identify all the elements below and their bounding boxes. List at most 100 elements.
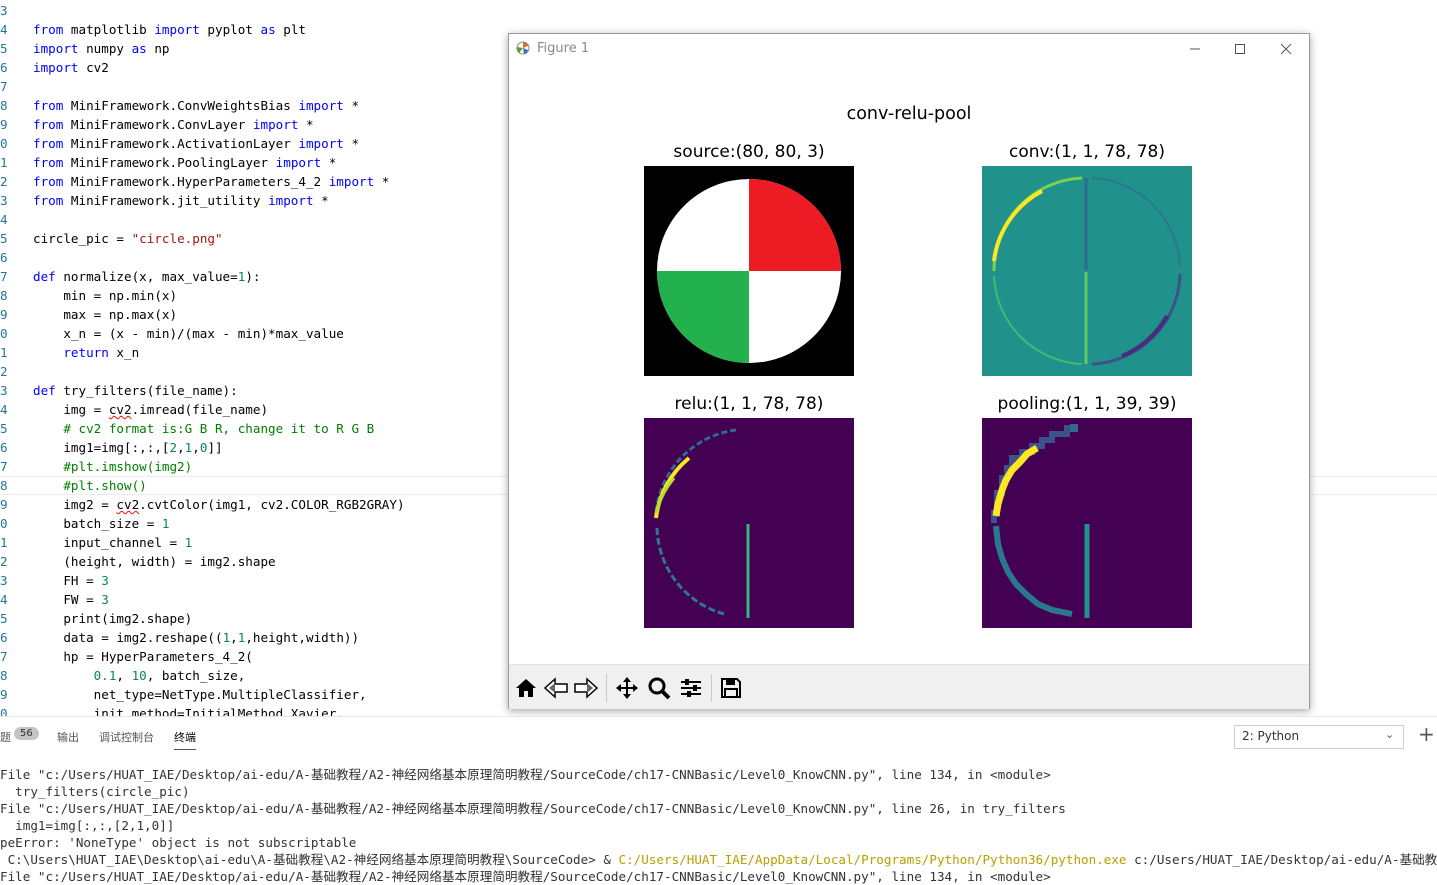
line-number: 1 (0, 155, 8, 170)
terminal-line: File "c:/Users/HUAT_IAE/Desktop/ai-edu/A… (0, 869, 1051, 884)
code-text: FW = 3 (33, 592, 109, 607)
code-text: img = cv2.imread(file_name) (33, 402, 269, 417)
minimize-icon (1190, 48, 1200, 50)
line-number: 5 (0, 421, 8, 436)
figure-titlebar[interactable]: Figure 1 (509, 34, 1309, 64)
code-text: def normalize(x, max_value=1): (33, 269, 261, 284)
code-text: def try_filters(file_name): (33, 383, 238, 398)
figure-toolbar (509, 664, 1309, 709)
code-text: batch_size = 1 (33, 516, 170, 531)
line-number: 8 (0, 98, 8, 113)
line-number: 7 (0, 459, 8, 474)
new-terminal-button[interactable]: + (1418, 722, 1435, 746)
terminal-line: peError: 'NoneType' object is not subscr… (0, 835, 357, 850)
code-text: return x_n (63, 345, 140, 360)
code-text: import cv2 (33, 60, 109, 75)
configure-subplots-button[interactable] (676, 674, 706, 702)
maximize-button[interactable] (1217, 34, 1263, 64)
zoom-icon (648, 677, 671, 700)
code-text: from MiniFramework.ActivationLayer impor… (33, 136, 360, 151)
line-number: 7 (0, 649, 8, 664)
terminal-selector[interactable]: 2: Python ⌄ (1234, 725, 1404, 749)
terminal-line: File "c:/Users/HUAT_IAE/Desktop/ai-edu/A… (0, 801, 1066, 816)
tab-output[interactable]: 输出 (57, 729, 79, 745)
line-number: 9 (0, 117, 8, 132)
line-number: 7 (0, 79, 8, 94)
line-number: 8 (0, 668, 8, 683)
zoom-button[interactable] (644, 674, 674, 702)
forward-button[interactable] (571, 674, 601, 702)
line-number: 3 (0, 193, 8, 208)
terminal-prompt: C:\Users\HUAT_IAE\Desktop\ai-edu\A-基础教程\… (0, 852, 619, 867)
line-number: 6 (0, 630, 8, 645)
chevron-down-icon: ⌄ (1385, 728, 1395, 741)
line-number: 0 (0, 516, 8, 531)
close-button[interactable] (1263, 34, 1309, 64)
tab-terminal[interactable]: 终端 (174, 729, 196, 750)
tab-debug-console[interactable]: 调试控制台 (99, 729, 154, 745)
code-text: from MiniFramework.jit_utility import * (33, 193, 329, 208)
code-text: x_n = (x - min)/(max - min)*max_value (33, 326, 344, 341)
back-button[interactable] (541, 674, 571, 702)
pan-button[interactable] (612, 674, 642, 702)
line-number: 7 (0, 269, 8, 284)
terminal-selector-value: 2: Python (1242, 729, 1300, 743)
line-number: 5 (0, 231, 8, 246)
code-text: init_method=InitialMethod.Xavier, (33, 706, 344, 716)
configure-icon (681, 679, 701, 697)
terminal-output[interactable]: File "c:/Users/HUAT_IAE/Desktop/ai-edu/A… (0, 764, 1437, 885)
problems-count-badge: 56 (14, 727, 39, 740)
line-number: 5 (0, 41, 8, 56)
line-number: 9 (0, 687, 8, 702)
figure-canvas[interactable]: conv-relu-pool source:(80, 80, 3) conv:(… (509, 64, 1309, 664)
home-icon (516, 679, 536, 697)
code-text: #plt.show() (33, 478, 147, 493)
code-text: from MiniFramework.ConvWeightsBias impor… (33, 98, 360, 113)
line-number: 4 (0, 22, 8, 37)
code-text: from MiniFramework.ConvLayer import * (33, 117, 314, 132)
code-text: hp = HyperParameters_4_2( (33, 649, 253, 664)
line-number: 4 (0, 402, 8, 417)
line-number: 3 (0, 3, 8, 18)
pan-icon (616, 677, 638, 699)
code-text: min = np.min(x) (33, 288, 178, 303)
line-number: 4 (0, 592, 8, 607)
code-text: from matplotlib import pyplot as plt (33, 22, 307, 37)
line-number: 2 (0, 174, 8, 189)
terminal-line: File "c:/Users/HUAT_IAE/Desktop/ai-edu/A… (0, 767, 1051, 782)
code-text: img2 = cv2.cvtColor(img1, cv2.COLOR_RGB2… (33, 497, 405, 512)
line-number: 1 (0, 345, 8, 360)
save-icon (721, 678, 741, 698)
source-title: source:(80, 80, 3) (673, 142, 825, 162)
line-number: 0 (0, 706, 8, 716)
maximize-icon (1235, 44, 1245, 54)
terminal-command-line: C:\Users\HUAT_IAE\Desktop\ai-edu\A-基础教程\… (0, 851, 1437, 868)
panel-tab-bar: 题 56 输出 调试控制台 终端 2: Python ⌄ + (0, 716, 1437, 757)
code-text: max = np.max(x) (33, 307, 178, 322)
code-text: #plt.imshow(img2) (33, 459, 193, 474)
tab-problems[interactable]: 题 (0, 729, 11, 745)
minimize-button[interactable] (1172, 34, 1218, 64)
save-button[interactable] (716, 674, 746, 702)
line-number: 3 (0, 383, 8, 398)
code-text: print(img2.shape) (33, 611, 193, 626)
line-number: 9 (0, 497, 8, 512)
source-image (644, 166, 854, 376)
relu-title: relu:(1, 1, 78, 78) (674, 394, 824, 414)
line-number: 1 (0, 535, 8, 550)
close-icon (1280, 43, 1292, 55)
line-number: 8 (0, 288, 8, 303)
back-icon (543, 677, 568, 699)
figure-suptitle: conv-relu-pool (846, 104, 972, 124)
code-text: circle_pic = "circle.png" (33, 231, 223, 246)
line-number: 8 (0, 478, 8, 493)
matplotlib-figure-window: Figure 1 conv-relu-pool source:(80, 80, … (508, 33, 1310, 709)
line-number: 0 (0, 326, 8, 341)
terminal-line: try_filters(circle_pic) (0, 784, 190, 799)
toolbar-separator (711, 674, 712, 702)
line-number: 6 (0, 60, 8, 75)
code-line[interactable]: 3 (0, 1, 1437, 20)
code-text: (height, width) = img2.shape (33, 554, 276, 569)
code-text: 0.1, 10, batch_size, (93, 668, 246, 683)
home-button[interactable] (511, 674, 541, 702)
